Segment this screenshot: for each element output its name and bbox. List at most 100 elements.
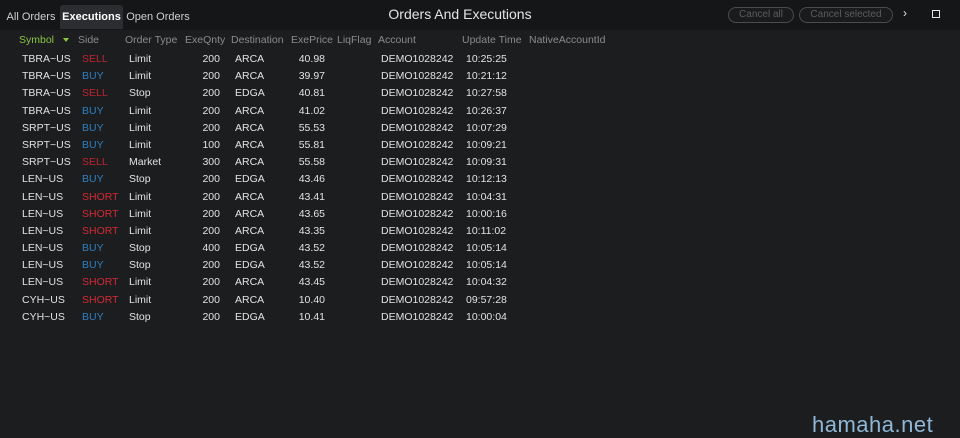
cell-destination: ARCA xyxy=(235,121,265,134)
cell-destination: ARCA xyxy=(235,104,265,117)
column-header-destination[interactable]: Destination xyxy=(231,34,284,46)
column-header-liq-flag[interactable]: LiqFlag xyxy=(337,34,371,46)
cell-update-time: 10:05:14 xyxy=(466,242,507,255)
cell-exe-price: 43.45 xyxy=(298,276,325,289)
cell-order-type: Stop xyxy=(129,259,151,272)
cell-destination: ARCA xyxy=(235,156,265,169)
minimize-icon[interactable] xyxy=(932,10,940,18)
cell-destination: ARCA xyxy=(235,190,265,203)
table-row[interactable]: CYH~US BUY Stop 200 EDGA 10.41 DEMO1028242 10:0… xyxy=(0,309,960,326)
cell-side: BUY xyxy=(82,104,104,117)
table-row[interactable]: TBRA~US BUY Limit 200 ARCA 39.97 DEMO1028242 10… xyxy=(0,68,960,85)
title-bar: All Orders Executions Open Orders Orders… xyxy=(0,0,960,30)
cell-exe-price: 43.52 xyxy=(298,259,325,272)
column-header-update-time[interactable]: Update Time xyxy=(462,34,522,46)
cell-update-time: 10:05:14 xyxy=(466,259,507,272)
cell-symbol: LEN~US xyxy=(22,242,64,255)
cell-update-time: 10:09:31 xyxy=(466,156,507,169)
cell-symbol: LEN~US xyxy=(22,173,64,186)
cell-symbol: LEN~US xyxy=(22,224,64,237)
cell-update-time: 09:57:28 xyxy=(466,293,507,306)
cell-symbol: LEN~US xyxy=(22,207,64,220)
table-row[interactable]: SRPT~US BUY Limit 100 ARCA 55.81 DEMO1028242 10… xyxy=(0,137,960,154)
cell-destination: ARCA xyxy=(235,224,265,237)
column-header-account[interactable]: Account xyxy=(378,34,416,46)
cell-account: DEMO1028242 xyxy=(381,70,454,83)
cell-symbol: CYH~US xyxy=(22,293,65,306)
tab-all-orders[interactable]: All Orders xyxy=(4,5,58,29)
cell-destination: ARCA xyxy=(235,138,265,151)
cell-update-time: 10:04:31 xyxy=(466,190,507,203)
table-row[interactable]: SRPT~US BUY Limit 200 ARCA 55.53 DEMO1028242 10… xyxy=(0,120,960,137)
cancel-selected-button[interactable]: Cancel selected xyxy=(799,7,893,23)
window-title: Orders And Executions xyxy=(388,6,532,22)
table-row[interactable]: TBRA~US SELL Limit 200 ARCA 40.98 DEMO1028242 1… xyxy=(0,51,960,68)
cell-symbol: SRPT~US xyxy=(22,138,71,151)
column-header-native-account-id[interactable]: NativeAccountId xyxy=(529,34,605,46)
cell-update-time: 10:00:04 xyxy=(466,310,507,323)
cell-exe-qnty: 200 xyxy=(202,207,220,220)
cell-exe-price: 55.58 xyxy=(298,156,325,169)
cell-account: DEMO1028242 xyxy=(381,224,454,237)
cell-exe-qnty: 200 xyxy=(202,53,220,65)
cell-side: BUY xyxy=(82,173,104,186)
chevron-right-icon[interactable]: › xyxy=(903,6,907,20)
table-row[interactable]: LEN~US BUY Stop 400 EDGA 43.52 DEMO1028242 10:0… xyxy=(0,240,960,257)
cell-account: DEMO1028242 xyxy=(381,53,454,65)
cell-side: SHORT xyxy=(82,207,119,220)
cell-order-type: Limit xyxy=(129,53,152,65)
column-header-symbol[interactable]: Symbol xyxy=(19,34,54,46)
cell-order-type: Limit xyxy=(129,104,152,117)
column-header-side[interactable]: Side xyxy=(78,34,99,46)
cell-destination: ARCA xyxy=(235,70,265,83)
cell-exe-qnty: 200 xyxy=(202,173,220,186)
cell-side: BUY xyxy=(82,138,104,151)
executions-table: TBRA~US SELL Limit 200 ARCA 40.98 DEMO1028242 1… xyxy=(0,51,960,326)
cell-account: DEMO1028242 xyxy=(381,156,454,169)
cell-exe-price: 55.81 xyxy=(298,138,325,151)
cell-destination: EDGA xyxy=(235,242,265,255)
column-header-exe-qnty[interactable]: ExeQnty xyxy=(185,34,225,46)
cell-exe-qnty: 200 xyxy=(202,190,220,203)
table-row[interactable]: SRPT~US SELL Market 300 ARCA 55.58 DEMO1028242… xyxy=(0,154,960,171)
cell-exe-price: 10.41 xyxy=(298,310,325,323)
cell-side: SHORT xyxy=(82,190,119,203)
cell-order-type: Market xyxy=(129,156,162,169)
cell-destination: EDGA xyxy=(235,87,265,100)
cell-account: DEMO1028242 xyxy=(381,293,454,306)
table-row[interactable]: LEN~US SHORT Limit 200 ARCA 43.65 DEMO1028242 1… xyxy=(0,206,960,223)
table-row[interactable]: LEN~US BUY Stop 200 EDGA 43.46 DEMO1028242 10:1… xyxy=(0,171,960,188)
tab-open-orders[interactable]: Open Orders xyxy=(125,5,191,29)
cell-symbol: LEN~US xyxy=(22,190,64,203)
cell-side: SELL xyxy=(82,87,108,100)
cell-order-type: Stop xyxy=(129,310,151,323)
table-row[interactable]: TBRA~US BUY Limit 200 ARCA 41.02 DEMO1028242 10… xyxy=(0,103,960,120)
cell-exe-price: 10.40 xyxy=(298,293,325,306)
table-row[interactable]: TBRA~US SELL Stop 200 EDGA 40.81 DEMO1028242 10… xyxy=(0,85,960,102)
cell-symbol: TBRA~US xyxy=(22,53,71,65)
table-row[interactable]: CYH~US SHORT Limit 200 ARCA 10.40 DEMO1028242 0… xyxy=(0,292,960,309)
cell-order-type: Stop xyxy=(129,87,151,100)
column-header-exe-price[interactable]: ExePrice xyxy=(291,34,333,46)
cell-account: DEMO1028242 xyxy=(381,310,454,323)
tab-executions[interactable]: Executions xyxy=(60,5,123,29)
table-row[interactable]: LEN~US SHORT Limit 200 ARCA 43.41 DEMO1028242 1… xyxy=(0,189,960,206)
cell-order-type: Limit xyxy=(129,190,152,203)
table-row[interactable]: LEN~US SHORT Limit 200 ARCA 43.35 DEMO1028242 1… xyxy=(0,223,960,240)
sort-down-icon[interactable] xyxy=(63,38,69,42)
cell-symbol: SRPT~US xyxy=(22,121,71,134)
cell-destination: ARCA xyxy=(235,207,265,220)
cancel-all-button[interactable]: Cancel all xyxy=(728,7,794,23)
cell-exe-price: 43.41 xyxy=(298,190,325,203)
column-header-order-type[interactable]: Order Type xyxy=(125,34,177,46)
cell-order-type: Stop xyxy=(129,242,151,255)
cell-symbol: CYH~US xyxy=(22,310,65,323)
cell-update-time: 10:12:13 xyxy=(466,173,507,186)
cell-destination: ARCA xyxy=(235,53,265,65)
cell-exe-price: 43.65 xyxy=(298,207,325,220)
cell-destination: ARCA xyxy=(235,293,265,306)
cell-side: BUY xyxy=(82,310,104,323)
table-row[interactable]: LEN~US SHORT Limit 200 ARCA 43.45 DEMO1028242 1… xyxy=(0,274,960,291)
table-row[interactable]: LEN~US BUY Stop 200 EDGA 43.52 DEMO1028242 10:0… xyxy=(0,257,960,274)
cell-account: DEMO1028242 xyxy=(381,138,454,151)
